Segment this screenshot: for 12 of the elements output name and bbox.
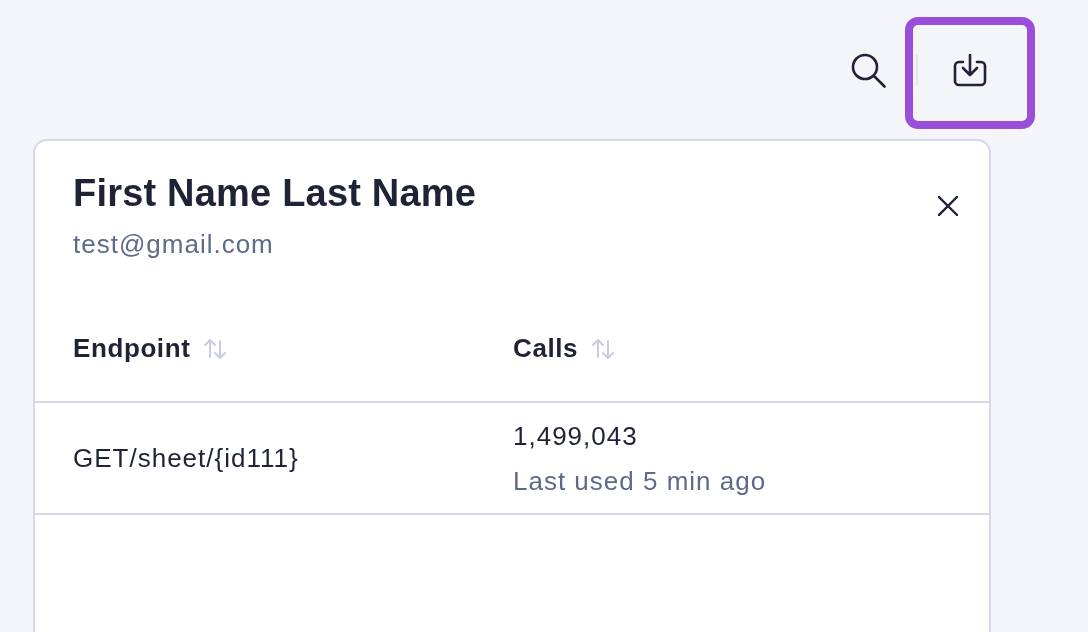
close-icon — [938, 196, 958, 216]
download-icon — [952, 52, 988, 88]
panel-title: First Name Last Name — [73, 173, 477, 213]
calls-count: 1,499,043 — [513, 419, 638, 452]
last-used-text: Last used 5 min ago — [513, 464, 767, 497]
search-icon — [850, 52, 886, 88]
column-header[interactable]: Endpoint — [73, 333, 191, 364]
endpoint-cell: GET/sheet/{id111} — [73, 442, 299, 474]
close-button[interactable] — [938, 196, 958, 216]
column-header[interactable]: Calls — [513, 333, 579, 364]
download-button[interactable] — [905, 17, 1035, 129]
email-text: test@gmail.com — [73, 228, 275, 260]
